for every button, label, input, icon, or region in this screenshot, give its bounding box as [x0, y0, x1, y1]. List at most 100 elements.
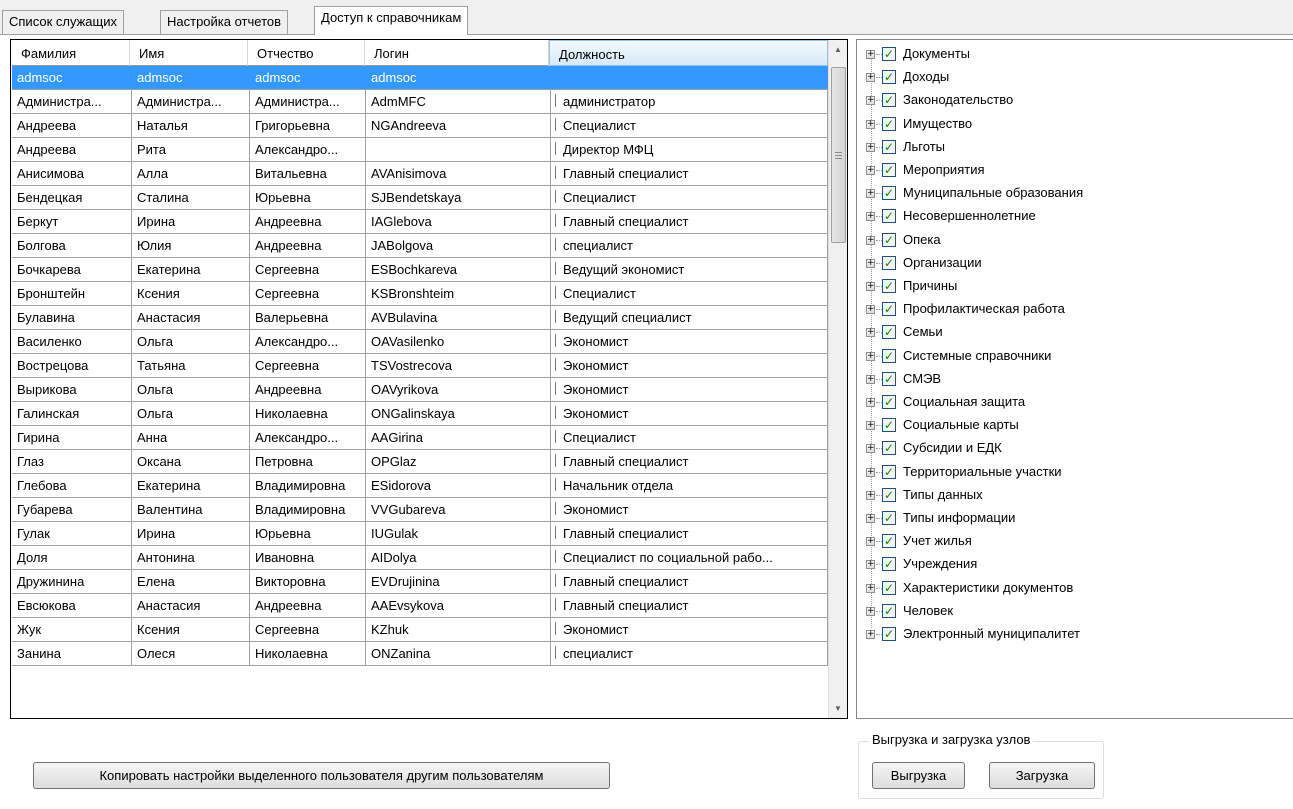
tree-node-label[interactable]: Мероприятия — [903, 162, 985, 177]
tree-node[interactable]: + ✓ СМЭВ — [857, 370, 1293, 393]
expand-plus-icon[interactable]: + — [866, 166, 875, 175]
tree-node-label[interactable]: Муниципальные образования — [903, 185, 1083, 200]
table-row[interactable]: Бочкарева Екатерина Сергеевна ESBochkareva В… — [12, 258, 828, 282]
tree-checkbox[interactable]: ✓ — [882, 580, 896, 595]
cell-last-name[interactable]: Вострецова — [12, 354, 132, 377]
cell-login[interactable]: AVAnisimova — [366, 162, 551, 185]
table-row[interactable]: Андреева Рита Александро... Директор МФЦ — [12, 138, 828, 162]
tree-node-label[interactable]: Системные справочники — [903, 348, 1051, 363]
table-row[interactable]: Гирина Анна Александро... AAGirina Специалис… — [12, 426, 828, 450]
cell-last-name[interactable]: Бронштейн — [12, 282, 132, 305]
tab-employees[interactable]: Список служащих — [2, 10, 124, 34]
table-row[interactable]: Бендецкая Сталина Юрьевна SJBendetskaya Спец… — [12, 186, 828, 210]
cell-first-name[interactable]: Анастасия — [132, 306, 250, 329]
tree-node-label[interactable]: Социальные карты — [903, 417, 1019, 432]
tree-checkbox[interactable]: ✓ — [882, 70, 896, 85]
column-header-patronymic[interactable]: Отчество — [248, 40, 365, 66]
table-row[interactable]: Булавина Анастасия Валерьевна AVBulavina Вед… — [12, 306, 828, 330]
cell-first-name[interactable]: Антонина — [132, 546, 250, 569]
cell-patronymic[interactable]: Юрьевна — [250, 186, 366, 209]
tree-node[interactable]: + ✓ Системные справочники — [857, 347, 1293, 370]
cell-last-name[interactable]: Администра... — [12, 90, 132, 113]
cell-patronymic[interactable]: Сергеевна — [250, 282, 366, 305]
table-row[interactable]: Болгова Юлия Андреевна JABolgova специалист — [12, 234, 828, 258]
expand-plus-icon[interactable]: + — [866, 258, 875, 268]
expand-plus-icon[interactable]: + — [866, 630, 875, 639]
tree-checkbox[interactable]: ✓ — [882, 302, 896, 317]
expand-plus-icon[interactable]: + — [866, 374, 875, 384]
cell-position[interactable]: Ведущий специалист — [551, 306, 828, 329]
tree-checkbox[interactable]: ✓ — [882, 464, 896, 479]
scroll-up-icon[interactable]: ▲ — [829, 41, 847, 58]
table-row[interactable]: Вырикова Ольга Андреевна OAVyrikova Экономис… — [12, 378, 828, 402]
cell-last-name[interactable]: Губарева — [12, 498, 132, 521]
expand-plus-icon[interactable]: + — [866, 421, 875, 431]
expand-plus-icon[interactable]: + — [866, 351, 875, 361]
cell-patronymic[interactable]: Николаевна — [250, 642, 366, 665]
tree-node-label[interactable]: Электронный муниципалитет — [903, 626, 1080, 641]
tree-checkbox[interactable]: ✓ — [882, 279, 896, 293]
tab-directory-access[interactable]: Доступ к справочникам — [314, 6, 469, 35]
tree-node[interactable]: + ✓ Несовершеннолетние — [857, 207, 1293, 230]
table-row[interactable]: Вострецова Татьяна Сергеевна TSVostrecova Эк… — [12, 354, 828, 378]
tree-node[interactable]: + ✓ Учреждения — [857, 555, 1293, 578]
tree-node[interactable]: + ✓ Организации — [857, 254, 1293, 277]
cell-position[interactable]: Экономист — [551, 402, 828, 425]
cell-position[interactable]: Начальник отдела — [551, 474, 828, 497]
cell-last-name[interactable]: Булавина — [12, 306, 132, 329]
tree-node-label[interactable]: Характеристики документов — [903, 580, 1073, 595]
scroll-thumb[interactable] — [831, 67, 846, 243]
cell-login[interactable]: IAGlebova — [366, 210, 551, 233]
cell-last-name[interactable]: Василенко — [12, 330, 132, 353]
tree-node-label[interactable]: Льготы — [903, 139, 945, 154]
tree-node-label[interactable]: Типы данных — [903, 487, 983, 502]
tree-node[interactable]: + ✓ Профилактическая работа — [857, 300, 1293, 323]
users-grid[interactable]: Фамилия Имя Отчество Логин Должность adm… — [10, 39, 848, 719]
cell-login[interactable]: OAVasilenko — [366, 330, 551, 353]
cell-first-name[interactable]: Анна — [132, 426, 250, 449]
cell-patronymic[interactable]: Владимировна — [250, 498, 366, 521]
cell-position[interactable]: специалист — [551, 642, 828, 665]
cell-position[interactable] — [551, 66, 828, 89]
cell-position[interactable]: Ведущий экономист — [551, 258, 828, 281]
cell-patronymic[interactable]: Андреевна — [250, 234, 366, 257]
cell-login[interactable]: ESBochkareva — [366, 258, 551, 281]
table-row[interactable]: Дружинина Елена Викторовна EVDrujinina Главн… — [12, 570, 828, 594]
table-row[interactable]: Евсюкова Анастасия Андреевна AAEvsykova Глав… — [12, 594, 828, 618]
cell-first-name[interactable]: Рита — [132, 138, 250, 161]
cell-patronymic[interactable]: Андреевна — [250, 378, 366, 401]
tree-checkbox[interactable]: ✓ — [882, 487, 896, 502]
cell-last-name[interactable]: Бендецкая — [12, 186, 132, 209]
cell-login[interactable]: EVDrujinina — [366, 570, 551, 593]
table-row[interactable]: Гулак Ирина Юрьевна IUGulak Главный специали… — [12, 522, 828, 546]
cell-first-name[interactable]: Анастасия — [132, 594, 250, 617]
table-row[interactable]: Бронштейн Ксения Сергеевна KSBronshteim Спец… — [12, 282, 828, 306]
cell-last-name[interactable]: Анисимова — [12, 162, 132, 185]
tree-node[interactable]: + ✓ Доходы — [857, 68, 1293, 91]
cell-last-name[interactable]: admsoc — [12, 66, 132, 89]
cell-position[interactable]: Главный специалист — [551, 570, 828, 593]
cell-patronymic[interactable]: Григорьевна — [250, 114, 366, 137]
tree-checkbox[interactable]: ✓ — [882, 47, 896, 61]
cell-position[interactable]: Специалист — [551, 186, 828, 209]
cell-first-name[interactable]: admsoc — [132, 66, 250, 89]
cell-patronymic[interactable]: Владимировна — [250, 474, 366, 497]
cell-first-name[interactable]: Валентина — [132, 498, 250, 521]
tree-checkbox[interactable]: ✓ — [882, 209, 896, 224]
cell-login[interactable]: AAEvsykova — [366, 594, 551, 617]
tree-checkbox[interactable]: ✓ — [882, 418, 896, 433]
expand-plus-icon[interactable]: + — [866, 119, 875, 129]
cell-position[interactable]: Главный специалист — [551, 162, 828, 185]
tree-node[interactable]: + ✓ Социальные карты — [857, 416, 1293, 439]
cell-login[interactable]: KZhuk — [366, 618, 551, 641]
grid-scrollbar[interactable]: ▲ ▼ — [828, 40, 847, 718]
tree-checkbox[interactable]: ✓ — [882, 116, 896, 131]
cell-position[interactable]: специалист — [551, 234, 828, 257]
tree-node[interactable]: + ✓ Учет жилья — [857, 532, 1293, 555]
cell-login[interactable]: TSVostrecova — [366, 354, 551, 377]
table-row[interactable]: Глаз Оксана Петровна OPGlaz Главный специали… — [12, 450, 828, 474]
expand-plus-icon[interactable]: + — [866, 96, 875, 106]
cell-first-name[interactable]: Ольга — [132, 378, 250, 401]
cell-last-name[interactable]: Андреева — [12, 138, 132, 161]
tree-node-label[interactable]: Учреждения — [903, 556, 977, 571]
